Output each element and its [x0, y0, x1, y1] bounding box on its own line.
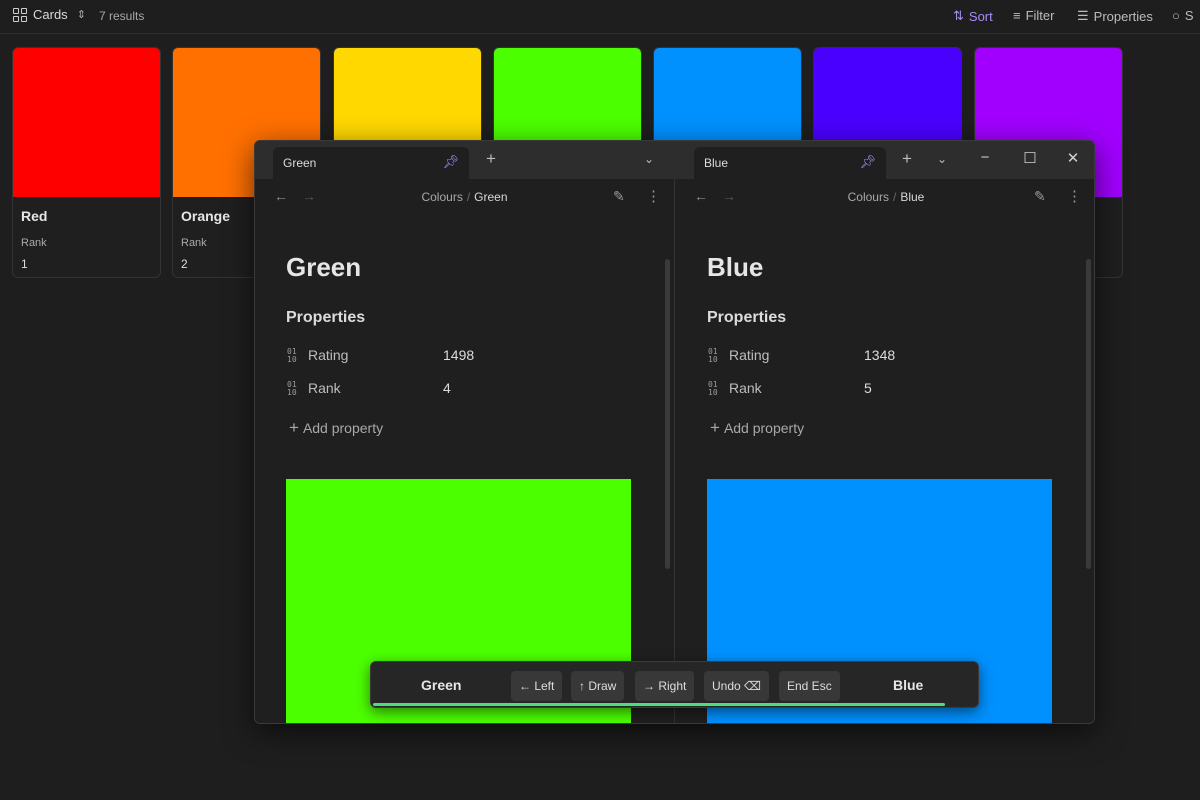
- new-tab-icon[interactable]: +: [479, 149, 503, 169]
- add-property-button[interactable]: + Add property: [289, 418, 383, 438]
- sort-button[interactable]: ⇅ Sort: [953, 8, 993, 24]
- close-icon[interactable]: ✕: [1061, 149, 1085, 167]
- properties-button[interactable]: ☰ Properties: [1077, 8, 1153, 24]
- draw-button[interactable]: ↑ Draw: [571, 671, 625, 701]
- sort-label: Sort: [968, 8, 993, 24]
- comparison-progress-bar: [373, 703, 946, 706]
- cards-view-icon: [13, 7, 27, 22]
- chevron-down-icon[interactable]: ⌄: [644, 152, 654, 166]
- toolbar: Cards ⇕ 7 results ⇅ Sort ≡ Filter ☰ Prop…: [0, 0, 1200, 34]
- property-rating[interactable]: 01 10 Rating 1348: [708, 347, 895, 365]
- card-title: Orange: [181, 208, 231, 224]
- more-options-icon[interactable]: ⋮: [646, 187, 661, 205]
- property-value[interactable]: 5: [864, 380, 872, 396]
- more-options-icon[interactable]: ⋮: [1067, 187, 1082, 205]
- end-button[interactable]: End Esc: [779, 671, 840, 701]
- scrollbar[interactable]: [1086, 259, 1091, 569]
- scrollbar[interactable]: [665, 259, 670, 569]
- property-name: Rank: [308, 380, 341, 396]
- tab-green[interactable]: Green 📌︎: [273, 147, 469, 179]
- edit-icon[interactable]: ✎: [1034, 188, 1046, 205]
- view-label: Cards: [33, 7, 68, 22]
- right-candidate-name: Blue: [893, 677, 924, 693]
- breadcrumb-current[interactable]: Blue: [900, 190, 924, 204]
- plus-icon: +: [289, 418, 299, 437]
- note-title: Blue: [707, 252, 764, 282]
- property-value[interactable]: 1498: [443, 347, 474, 363]
- filter-icon: ≡: [1013, 8, 1021, 23]
- list-icon: ☰: [1077, 8, 1089, 23]
- card-red[interactable]: Red Rank 1: [12, 47, 161, 278]
- property-value[interactable]: 1348: [864, 347, 895, 363]
- tab-label: Green: [283, 156, 317, 170]
- view-switcher[interactable]: Cards ⇕: [13, 7, 86, 22]
- left-pane: ← → Colours / Green ✎ ⋮ Green Properties 0…: [255, 179, 675, 723]
- card-property-value: 1: [21, 257, 28, 271]
- comparison-bar: Green ← Left ↑ Draw → Right Undo ⌫ End E…: [370, 661, 979, 708]
- filter-label: Filter: [1025, 8, 1055, 23]
- card-property-value: 2: [181, 257, 188, 271]
- property-value[interactable]: 4: [443, 380, 451, 396]
- number-icon: 01 10: [708, 380, 718, 398]
- tab-label: Blue: [704, 156, 729, 170]
- search-label: S: [1184, 8, 1194, 23]
- chevron-down-icon[interactable]: ⌄: [937, 152, 947, 166]
- pin-icon[interactable]: 📌︎: [442, 154, 459, 170]
- card-property-label: Rank: [181, 237, 207, 249]
- property-name: Rank: [729, 380, 762, 396]
- properties-heading: Properties: [286, 309, 366, 326]
- right-pane: ← → Colours / Blue ✎ ⋮ Blue Properties 01 1…: [676, 179, 1094, 723]
- properties-label: Properties: [1093, 8, 1153, 24]
- card-swatch: [13, 48, 160, 197]
- tab-blue[interactable]: Blue 📌︎: [694, 147, 886, 179]
- nav-row: ← → Colours / Green ✎ ⋮: [255, 179, 674, 215]
- nav-row: ← → Colours / Blue ✎ ⋮: [676, 179, 1094, 215]
- breadcrumb-parent[interactable]: Colours: [421, 190, 462, 204]
- search-button[interactable]: ○ S: [1172, 8, 1194, 23]
- maximize-icon[interactable]: ☐: [1018, 149, 1042, 167]
- card-title: Red: [21, 208, 48, 224]
- chevron-updown-icon: ⇕: [76, 9, 86, 21]
- undo-button[interactable]: Undo ⌫: [704, 671, 769, 701]
- property-name: Rating: [308, 347, 349, 363]
- filter-button[interactable]: ≡ Filter: [1013, 8, 1054, 23]
- breadcrumb: Colours / Green: [421, 190, 508, 204]
- number-icon: 01 10: [287, 347, 297, 365]
- plus-icon: +: [710, 418, 720, 437]
- card-property-label: Rank: [21, 237, 47, 249]
- property-rank[interactable]: 01 10 Rank 4: [287, 380, 451, 398]
- edit-icon[interactable]: ✎: [613, 188, 625, 205]
- add-property-label: Add property: [723, 420, 805, 436]
- breadcrumb: Colours / Blue: [847, 190, 925, 204]
- add-property-button[interactable]: + Add property: [710, 418, 804, 438]
- pin-icon[interactable]: 📌︎: [859, 154, 876, 170]
- compare-window: Green 📌︎ + ⌄ Blue 📌︎ + ⌄ − ☐ ✕ ← → Colou…: [254, 140, 1095, 724]
- property-rating[interactable]: 01 10 Rating 1498: [287, 347, 474, 365]
- sort-icon: ⇅: [953, 8, 964, 23]
- minimize-icon[interactable]: −: [973, 149, 997, 166]
- number-icon: 01 10: [708, 347, 718, 365]
- choose-left-button[interactable]: ← Left: [511, 671, 563, 701]
- tab-strip: Green 📌︎ + ⌄ Blue 📌︎ + ⌄ − ☐ ✕: [255, 141, 1094, 179]
- search-icon: ○: [1172, 8, 1180, 23]
- note-title: Green: [286, 252, 362, 282]
- left-candidate-name: Green: [421, 677, 462, 693]
- breadcrumb-parent[interactable]: Colours: [848, 190, 889, 204]
- add-property-label: Add property: [302, 420, 384, 436]
- property-name: Rating: [729, 347, 770, 363]
- property-rank[interactable]: 01 10 Rank 5: [708, 380, 872, 398]
- number-icon: 01 10: [287, 380, 297, 398]
- new-tab-icon[interactable]: +: [895, 149, 919, 169]
- properties-heading: Properties: [707, 309, 787, 326]
- choose-right-button[interactable]: → Right: [635, 671, 695, 701]
- results-count: 7 results: [99, 9, 145, 23]
- breadcrumb-current[interactable]: Green: [474, 190, 507, 204]
